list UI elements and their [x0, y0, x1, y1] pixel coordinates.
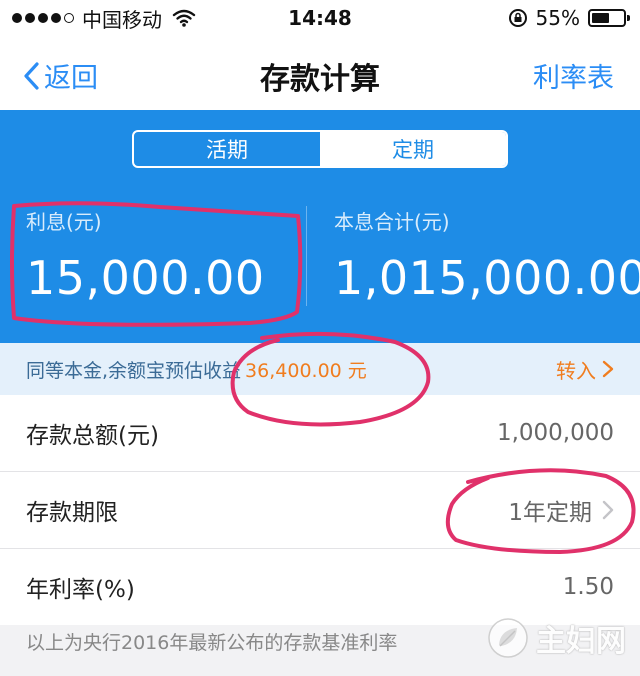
interest-block: 利息(元) 15,000.00 [26, 206, 265, 305]
chevron-right-icon [602, 500, 614, 520]
hero-divider [306, 206, 307, 306]
tip-unit: 元 [347, 359, 367, 382]
annual-rate-row[interactable]: 年利率(%) 1.50 [0, 549, 640, 625]
deposit-type-toggle: 活期 定期 [132, 130, 508, 168]
total-block: 本息合计(元) 1,015,000.00 [334, 206, 640, 305]
rate-table-button[interactable]: 利率表 [533, 56, 614, 95]
interest-value: 15,000.00 [26, 251, 265, 305]
battery-percent: 55% [535, 6, 580, 30]
rate-footnote: 以上为央行2016年最新公布的存款基准利率 [26, 632, 398, 654]
tab-demand-deposit[interactable]: 活期 [134, 132, 320, 166]
total-label: 本息合计(元) [334, 210, 450, 234]
deposit-amount-value[interactable]: 1,000,000 [497, 420, 614, 446]
transfer-in-label: 转入 [556, 358, 596, 383]
deposit-term-row[interactable]: 存款期限 1年定期 [0, 472, 640, 549]
interest-label: 利息(元) [26, 210, 102, 234]
deposit-amount-label: 存款总额(元) [26, 423, 159, 449]
transfer-in-button[interactable]: 转入 [556, 355, 614, 384]
tab-fixed-deposit[interactable]: 定期 [320, 132, 506, 166]
deposit-term-value[interactable]: 1年定期 [508, 493, 614, 527]
annual-rate-value[interactable]: 1.50 [563, 574, 614, 600]
battery-fill [592, 13, 609, 23]
annual-rate-label: 年利率(%) [26, 577, 135, 603]
status-bar: 中国移动 14:48 55% [0, 0, 640, 36]
total-value: 1,015,000.00 [334, 251, 640, 305]
chevron-right-icon [602, 360, 614, 378]
tip-amount: 36,400.00 [245, 359, 342, 382]
tip-description: 同等本金,余额宝预估收益 [26, 359, 242, 382]
deposit-form: 存款总额(元) 1,000,000 存款期限 1年定期 年利率(%) 1.50 [0, 395, 640, 625]
watermark: 主妇网 [486, 616, 626, 660]
watermark-text: 主妇网 [536, 624, 626, 659]
rotation-lock-icon [508, 9, 527, 27]
tip-text: 同等本金,余额宝预估收益 36,400.00 元 [26, 356, 367, 383]
deposit-term-label: 存款期限 [26, 500, 118, 526]
result-panel: 活期 定期 利息(元) 15,000.00 本息合计(元) 1,015,000.… [0, 110, 640, 343]
battery-icon [588, 9, 630, 27]
deposit-amount-row[interactable]: 存款总额(元) 1,000,000 [0, 395, 640, 472]
deposit-term-text: 1年定期 [508, 500, 592, 526]
yuebao-tip-bar: 同等本金,余额宝预估收益 36,400.00 元 转入 [0, 343, 640, 395]
nav-bar: 返回 存款计算 利率表 [0, 36, 640, 110]
leaf-logo-icon [488, 618, 528, 658]
status-right: 55% [508, 6, 630, 30]
